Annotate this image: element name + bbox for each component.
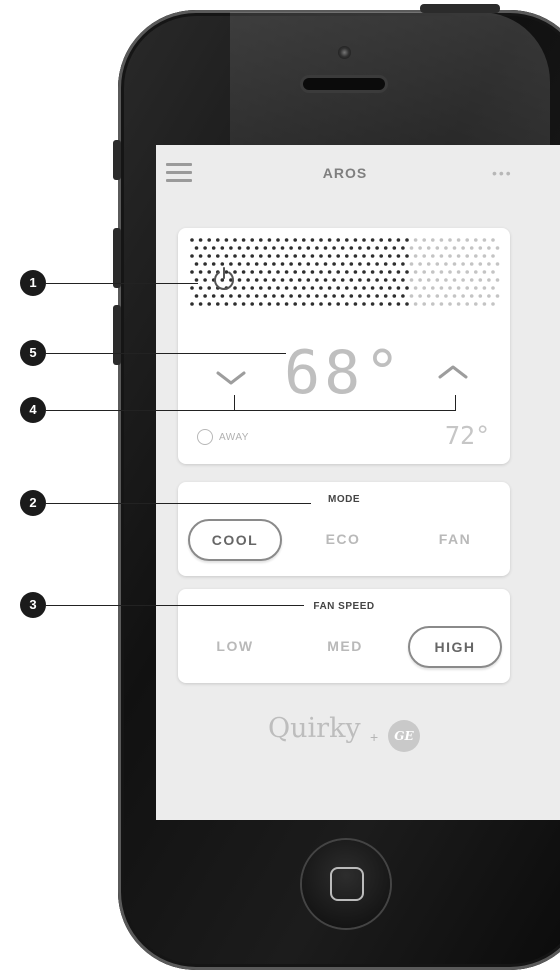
home-square-icon — [330, 867, 364, 901]
clock-icon — [197, 429, 213, 445]
brand-plus: + — [370, 729, 379, 745]
callout-tick-4-right — [455, 395, 456, 410]
outdoor-temperature: 72° — [445, 421, 491, 450]
mode-cool-button[interactable]: COOL — [188, 519, 282, 561]
earpiece-speaker — [303, 78, 385, 90]
mode-fan-button[interactable]: FAN — [410, 531, 500, 547]
mode-card: MODE COOL ECO FAN — [178, 482, 510, 576]
quirky-logo: Quirky — [268, 713, 361, 744]
power-icon[interactable] — [211, 266, 237, 292]
mode-eco-button[interactable]: ECO — [298, 531, 388, 547]
ge-logo: GE — [388, 720, 420, 752]
callout-line-2 — [46, 503, 311, 504]
chevron-up-icon[interactable] — [438, 363, 468, 381]
callout-line-4 — [46, 410, 456, 411]
callout-line-5 — [46, 353, 286, 354]
callout-badge-3: 3 — [20, 592, 46, 618]
callout-line-1 — [46, 283, 198, 284]
more-icon[interactable]: ••• — [492, 165, 513, 181]
fan-high-button[interactable]: HIGH — [408, 626, 502, 668]
callout-line-3 — [46, 605, 304, 606]
volume-down-button — [113, 305, 121, 365]
callout-badge-1: 1 — [20, 270, 46, 296]
fan-speed-heading: FAN SPEED — [313, 601, 375, 612]
set-temperature: 68° — [284, 338, 405, 408]
away-label[interactable]: AWAY — [219, 432, 249, 443]
callout-tick-4-left — [234, 395, 235, 410]
callout-badge-2: 2 — [20, 490, 46, 516]
volume-up-button — [113, 228, 121, 288]
callout-badge-5: 5 — [20, 340, 46, 366]
fan-speed-card: FAN SPEED LOW MED HIGH — [178, 589, 510, 683]
sleep-button — [420, 4, 500, 13]
app-screen: AROS ••• 68° AWAY 72° MODE COOL ECO FAN … — [156, 145, 560, 820]
fan-med-button[interactable]: MED — [300, 638, 390, 654]
callout-badge-4: 4 — [20, 397, 46, 423]
front-camera — [338, 46, 351, 59]
mute-switch — [113, 140, 121, 180]
fan-low-button[interactable]: LOW — [190, 638, 280, 654]
chevron-down-icon[interactable] — [216, 369, 246, 387]
app-title: AROS — [322, 165, 368, 181]
